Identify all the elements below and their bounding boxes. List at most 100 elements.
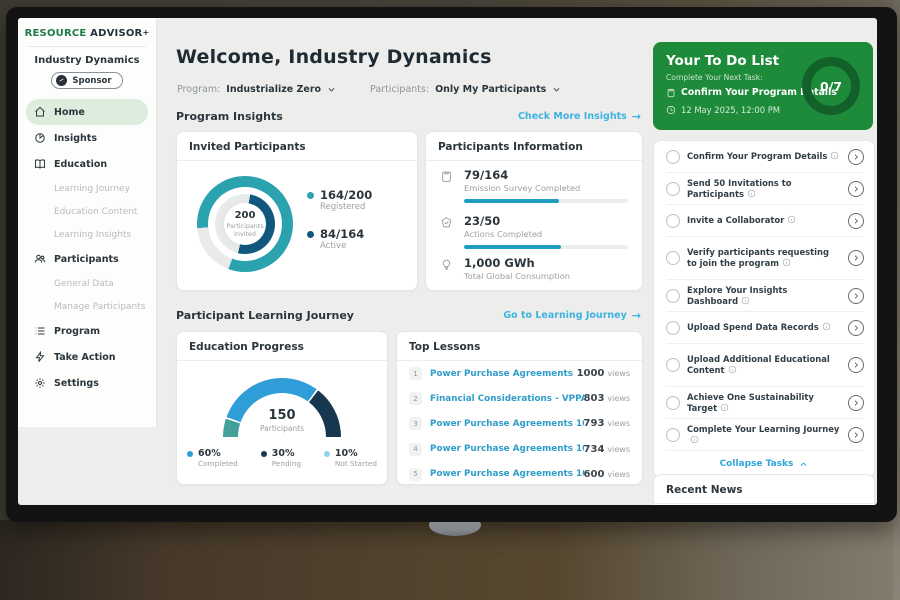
sidebar-item-education[interactable]: Education bbox=[26, 151, 148, 177]
task-checkbox[interactable] bbox=[666, 396, 680, 410]
sidebar: RESOURCE ADVISOR+ Industry Dynamics Spon… bbox=[18, 18, 157, 427]
participants-dropdown[interactable]: Participants: Only My Participants bbox=[370, 84, 561, 95]
invited-participants-card: Invited Participants 200 Participants In… bbox=[176, 131, 418, 291]
task-open-button[interactable] bbox=[848, 181, 864, 197]
task-checkbox[interactable] bbox=[666, 428, 680, 442]
clipboard-icon bbox=[666, 88, 676, 98]
chevron-right-icon bbox=[852, 254, 860, 262]
rank-badge: 3 bbox=[409, 417, 422, 430]
lesson-row[interactable]: 2 Financial Considerations - VPPAs 803 v… bbox=[397, 386, 642, 411]
info-icon[interactable] bbox=[747, 189, 756, 198]
chevron-down-icon bbox=[327, 85, 336, 94]
task-open-button[interactable] bbox=[848, 213, 864, 229]
sidebar-item-education-content[interactable]: Education Content bbox=[26, 200, 148, 223]
sidebar-item-settings[interactable]: Settings bbox=[26, 370, 148, 396]
chevron-right-icon bbox=[852, 292, 860, 300]
home-icon bbox=[34, 106, 46, 118]
photo-background: RESOURCE ADVISOR+ Industry Dynamics Spon… bbox=[0, 0, 900, 600]
lesson-link[interactable]: Power Purchase Agreements 101 bbox=[430, 419, 584, 429]
survey-icon bbox=[440, 170, 453, 183]
info-icon[interactable] bbox=[720, 403, 729, 412]
global-consumption-row: 1,000 GWh Total Global Consumption bbox=[440, 256, 628, 281]
lesson-row[interactable]: 1 Power Purchase Agreements 101 1000 vie… bbox=[397, 361, 642, 386]
actions-icon bbox=[440, 216, 453, 229]
sidebar-item-general-data[interactable]: General Data bbox=[26, 272, 148, 295]
section-title: Participant Learning Journey bbox=[176, 309, 354, 322]
emission-survey-row: 79/164 Emission Survey Completed bbox=[440, 168, 628, 203]
info-icon[interactable] bbox=[728, 365, 737, 374]
legend-item-active: 84/164 Active bbox=[307, 227, 372, 251]
lesson-row[interactable]: 3 Power Purchase Agreements 101 793 view… bbox=[397, 411, 642, 436]
sidebar-item-learning-journey[interactable]: Learning Journey bbox=[26, 177, 148, 200]
info-icon[interactable] bbox=[741, 296, 750, 305]
education-progress-card: Education Progress 150 Participants 60% … bbox=[176, 331, 388, 485]
sidebar-item-program[interactable]: Program bbox=[26, 318, 148, 344]
logo-text-secondary: ADVISOR bbox=[90, 28, 142, 39]
task-checkbox[interactable] bbox=[666, 251, 680, 265]
lesson-link[interactable]: Power Purchase Agreements 103 bbox=[430, 469, 584, 479]
lesson-link[interactable]: Power Purchase Agreements 101 bbox=[430, 369, 577, 379]
task-open-button[interactable] bbox=[848, 149, 864, 165]
task-open-button[interactable] bbox=[848, 357, 864, 373]
task-checkbox[interactable] bbox=[666, 289, 680, 303]
card-title: Top Lessons bbox=[397, 332, 642, 361]
program-icon bbox=[34, 325, 46, 337]
card-title: Education Progress bbox=[177, 332, 387, 361]
legend-item-not-started: 10% Not Started bbox=[324, 448, 377, 468]
sidebar-item-manage-participants[interactable]: Manage Participants bbox=[26, 295, 148, 318]
sidebar-item-insights[interactable]: Insights bbox=[26, 125, 148, 151]
sidebar-item-take-action[interactable]: Take Action bbox=[26, 344, 148, 370]
legend-item-registered: 164/200 Registered bbox=[307, 188, 372, 212]
legend-dot bbox=[324, 451, 330, 457]
task-checkbox[interactable] bbox=[666, 150, 680, 164]
info-icon[interactable] bbox=[690, 435, 699, 444]
arrow-right-icon: → bbox=[632, 110, 641, 123]
insights-icon bbox=[34, 132, 46, 144]
task-open-button[interactable] bbox=[848, 250, 864, 266]
program-dropdown-label: Program: bbox=[177, 84, 220, 95]
task-checkbox[interactable] bbox=[666, 214, 680, 228]
sponsor-badge[interactable]: Sponsor bbox=[51, 72, 122, 89]
task-row: Achieve One Sustainability Target bbox=[666, 387, 864, 419]
donut-center-label: 200 Participants Invited bbox=[219, 198, 271, 250]
invited-participants-donut-chart: 200 Participants Invited bbox=[197, 176, 293, 272]
task-open-button[interactable] bbox=[848, 320, 864, 336]
rank-badge: 4 bbox=[409, 443, 422, 456]
todo-hero-panel: Your To Do List Complete Your Next Task:… bbox=[653, 42, 873, 130]
task-checkbox[interactable] bbox=[666, 358, 680, 372]
chevron-right-icon bbox=[852, 217, 860, 225]
lesson-row[interactable]: 4 Power Purchase Agreements 102 734 view… bbox=[397, 437, 642, 462]
task-row: Confirm Your Program Details bbox=[666, 141, 864, 173]
todo-tasks-card: Confirm Your Program Details Send 50 Inv… bbox=[653, 140, 875, 478]
program-dropdown[interactable]: Program: Industrialize Zero bbox=[177, 84, 336, 95]
lesson-link[interactable]: Financial Considerations - VPPAs bbox=[430, 394, 584, 404]
lesson-link[interactable]: Power Purchase Agreements 102 bbox=[430, 444, 584, 454]
todo-title: Your To Do List bbox=[666, 53, 779, 69]
section-title: Program Insights bbox=[176, 110, 283, 123]
lesson-row[interactable]: 5 Power Purchase Agreements 103 600 view… bbox=[397, 462, 642, 487]
info-icon[interactable] bbox=[787, 215, 796, 224]
task-row: Send 50 Invitations to Participants bbox=[666, 173, 864, 205]
sidebar-item-learning-insights[interactable]: Learning Insights bbox=[26, 223, 148, 246]
dashboard-screen: RESOURCE ADVISOR+ Industry Dynamics Spon… bbox=[18, 18, 877, 505]
sidebar-item-participants[interactable]: Participants bbox=[26, 246, 148, 272]
sidebar-item-home[interactable]: Home bbox=[26, 99, 148, 125]
task-open-button[interactable] bbox=[848, 288, 864, 304]
go-to-learning-journey-link[interactable]: Go to Learning Journey → bbox=[503, 309, 641, 322]
participants-dropdown-label: Participants: bbox=[370, 84, 429, 95]
program-dropdown-value: Industrialize Zero bbox=[226, 84, 321, 95]
actions-completed-row: 23/50 Actions Completed bbox=[440, 214, 628, 249]
task-open-button[interactable] bbox=[848, 427, 864, 443]
info-icon[interactable] bbox=[782, 258, 791, 267]
progress-bar bbox=[464, 245, 628, 249]
info-icon[interactable] bbox=[830, 151, 839, 160]
task-row: Complete Your Learning Journey bbox=[666, 419, 864, 451]
task-open-button[interactable] bbox=[848, 395, 864, 411]
task-checkbox[interactable] bbox=[666, 321, 680, 335]
legend-dot bbox=[307, 192, 314, 199]
settings-icon bbox=[34, 377, 46, 389]
info-icon[interactable] bbox=[822, 322, 831, 331]
check-more-insights-link[interactable]: Check More Insights → bbox=[518, 110, 641, 123]
task-checkbox[interactable] bbox=[666, 182, 680, 196]
card-title: Recent News bbox=[654, 475, 874, 504]
